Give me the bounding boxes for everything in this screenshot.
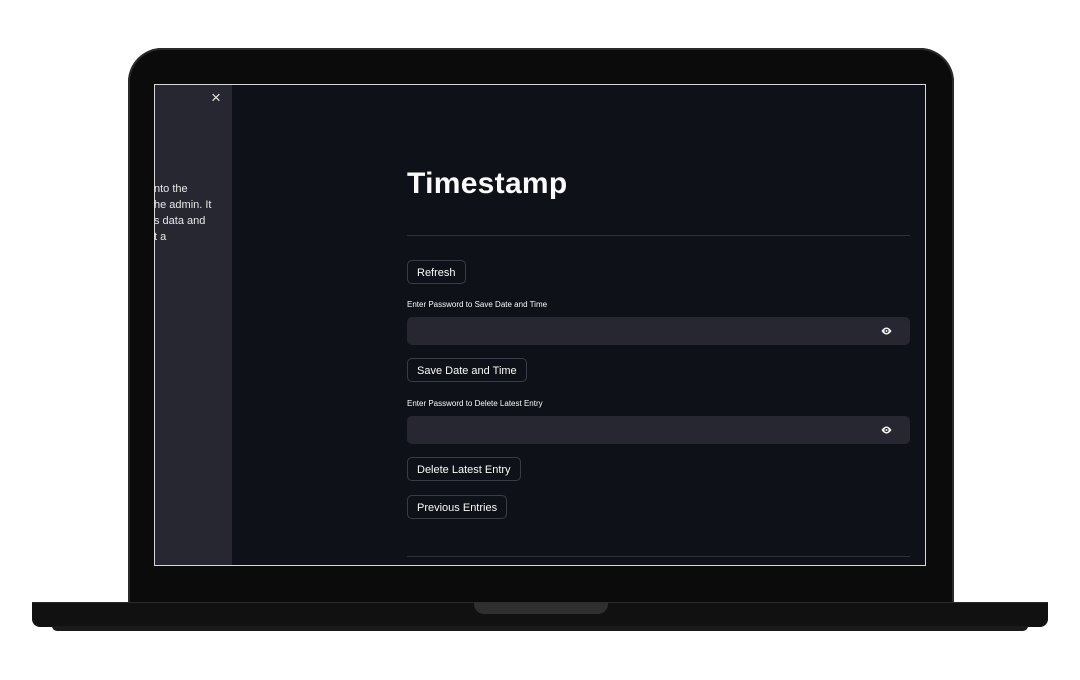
sidebar-text-line: s data and — [154, 215, 206, 227]
top-divider — [407, 235, 910, 236]
delete-password-label: Enter Password to Delete Latest Entry — [407, 399, 543, 408]
bottom-divider — [407, 556, 910, 557]
sidebar-description: nto the he admin. It s data and t a — [154, 181, 234, 245]
sidebar-text-line: nto the — [154, 183, 188, 195]
refresh-button[interactable]: Refresh — [407, 260, 466, 284]
eye-icon[interactable] — [880, 325, 893, 337]
close-icon[interactable]: × — [207, 89, 225, 107]
save-password-input[interactable] — [407, 317, 867, 345]
laptop-base-shadow — [52, 626, 1028, 631]
delete-password-input[interactable] — [407, 416, 867, 444]
save-password-label: Enter Password to Save Date and Time — [407, 300, 548, 309]
eye-icon[interactable] — [880, 424, 893, 436]
save-password-field — [407, 317, 910, 345]
delete-password-field — [407, 416, 910, 444]
delete-latest-entry-button[interactable]: Delete Latest Entry — [407, 457, 521, 481]
app-screen: × nto the he admin. It s data and t a Ti… — [154, 84, 926, 566]
main-content: Timestamp Refresh Enter Password to Save… — [407, 85, 910, 565]
laptop-notch — [474, 602, 608, 614]
sidebar: × nto the he admin. It s data and t a — [155, 85, 232, 565]
sidebar-text-line: t a — [154, 231, 167, 243]
save-date-time-button[interactable]: Save Date and Time — [407, 358, 527, 382]
sidebar-text-line: he admin. It — [154, 199, 212, 211]
previous-entries-button[interactable]: Previous Entries — [407, 495, 508, 519]
page-title: Timestamp — [407, 167, 568, 200]
